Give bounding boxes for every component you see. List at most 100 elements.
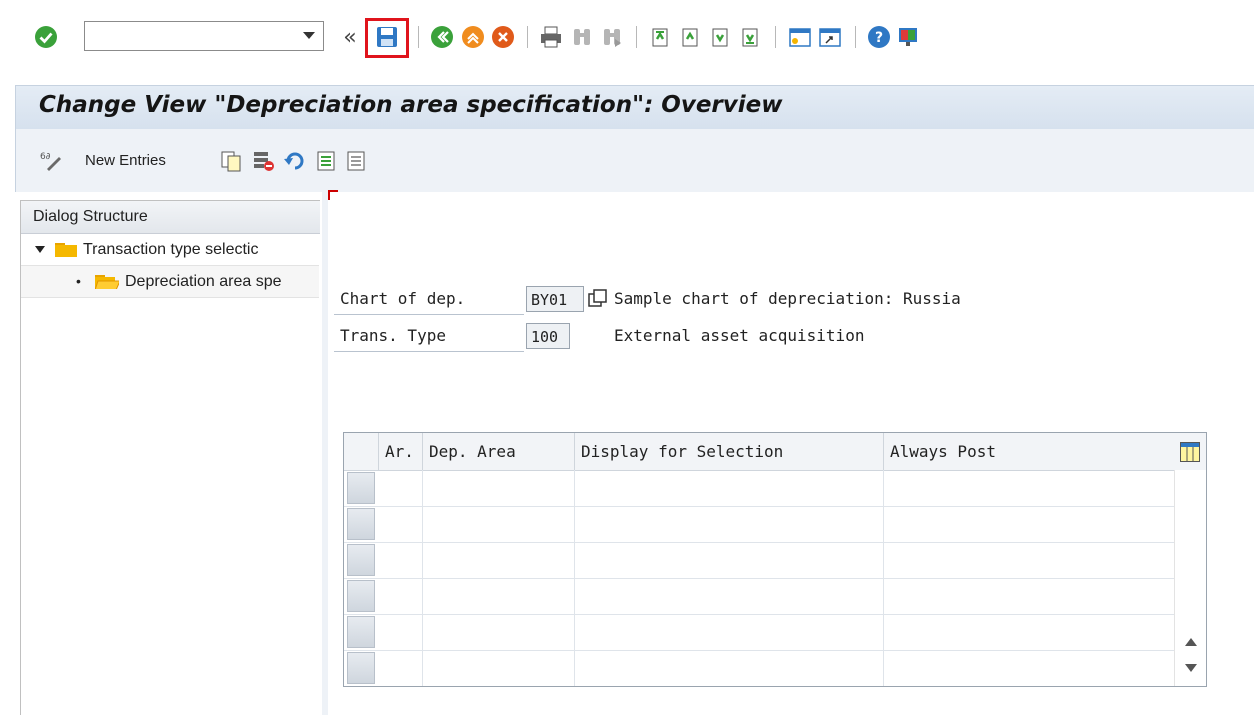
cell-dep-area[interactable] <box>423 614 575 650</box>
select-all-rows-cell[interactable] <box>344 433 379 470</box>
toolbar-separator <box>527 26 528 48</box>
chart-of-dep-field[interactable]: BY01 <box>526 286 584 312</box>
column-header-always-post[interactable]: Always Post <box>884 433 1174 470</box>
delete-icon[interactable] <box>251 149 275 173</box>
scroll-down-icon[interactable] <box>1185 664 1197 672</box>
cell-display-for-selection[interactable] <box>575 506 884 542</box>
row-selector[interactable] <box>347 472 375 504</box>
column-header-dep-area[interactable]: Dep. Area <box>423 433 575 470</box>
previous-page-icon[interactable] <box>677 24 703 50</box>
help-icon[interactable]: ? <box>866 24 892 50</box>
row-selector[interactable] <box>347 580 375 612</box>
cell-dep-area[interactable] <box>423 542 575 578</box>
shortcut-icon[interactable] <box>817 24 843 50</box>
customize-layout-icon[interactable] <box>895 24 921 50</box>
tree-bullet: • <box>76 273 81 289</box>
scroll-up-icon[interactable] <box>1185 638 1197 646</box>
label-underline <box>334 351 524 352</box>
new-entries-button[interactable]: New Entries <box>85 152 166 169</box>
toolbar-separator <box>855 26 856 48</box>
table-row[interactable] <box>344 506 1174 543</box>
cell-dep-area[interactable] <box>423 650 575 686</box>
tree-item-depreciation-area[interactable]: • Depreciation area spe <box>21 265 319 298</box>
collapse-toolbar-icon[interactable]: « <box>337 24 363 50</box>
table-row[interactable] <box>344 470 1174 507</box>
table-row[interactable] <box>344 542 1174 579</box>
cell-ar[interactable] <box>379 506 423 542</box>
row-selector[interactable] <box>347 508 375 540</box>
cell-ar[interactable] <box>379 470 423 506</box>
cell-ar[interactable] <box>379 650 423 686</box>
cell-display-for-selection[interactable] <box>575 542 884 578</box>
toolbar-separator <box>636 26 637 48</box>
cell-display-for-selection[interactable] <box>575 614 884 650</box>
cell-dep-area[interactable] <box>423 578 575 614</box>
system-toolbar: « ? <box>0 0 1254 70</box>
trans-type-description: External asset acquisition <box>614 326 865 345</box>
cell-display-for-selection[interactable] <box>575 470 884 506</box>
row-selector[interactable] <box>347 652 375 684</box>
chart-of-dep-description: Sample chart of depreciation: Russia <box>614 289 961 308</box>
table-row[interactable] <box>344 578 1174 615</box>
row-selector[interactable] <box>347 616 375 648</box>
next-page-icon[interactable] <box>707 24 733 50</box>
find-next-icon[interactable] <box>599 24 625 50</box>
chart-of-dep-label: Chart of dep. <box>340 289 466 308</box>
copy-as-icon[interactable] <box>219 149 243 173</box>
tree-item-label: Depreciation area spe <box>125 273 282 290</box>
cell-ar[interactable] <box>379 614 423 650</box>
last-page-icon[interactable] <box>737 24 763 50</box>
select-all-icon[interactable] <box>315 149 339 173</box>
cell-display-for-selection[interactable] <box>575 650 884 686</box>
tree-item-transaction-type[interactable]: Transaction type selectic <box>21 234 319 265</box>
depreciation-area-table: Ar. Dep. Area Display for Selection Alwa… <box>343 432 1207 687</box>
cell-ar[interactable] <box>379 542 423 578</box>
back-icon[interactable] <box>429 24 455 50</box>
svg-text:6∂: 6∂ <box>40 152 51 162</box>
print-icon[interactable] <box>538 24 564 50</box>
cancel-icon[interactable] <box>490 24 516 50</box>
enter-icon[interactable] <box>33 24 59 50</box>
title-bar: Change View "Depreciation area specifica… <box>15 85 1254 129</box>
application-toolbar: 6∂ New Entries <box>15 129 1254 192</box>
find-icon[interactable] <box>569 24 595 50</box>
row-selector[interactable] <box>347 544 375 576</box>
table-settings-icon[interactable] <box>1180 442 1200 462</box>
vertical-scrollbar[interactable] <box>1174 470 1206 686</box>
command-field[interactable] <box>84 21 324 51</box>
display-change-icon[interactable]: 6∂ <box>39 149 63 173</box>
trans-type-field[interactable]: 100 <box>526 323 570 349</box>
splitter-mark <box>328 190 338 200</box>
cell-ar[interactable] <box>379 578 423 614</box>
table-header: Ar. Dep. Area Display for Selection Alwa… <box>344 433 1206 471</box>
exit-icon[interactable] <box>460 24 486 50</box>
tree-item-label: Transaction type selectic <box>83 241 259 258</box>
column-header-ar[interactable]: Ar. <box>379 433 423 470</box>
page-title: Change View "Depreciation area specifica… <box>39 92 783 118</box>
toolbar-separator <box>418 26 419 48</box>
trans-type-label: Trans. Type <box>340 326 446 345</box>
label-underline <box>334 314 524 315</box>
column-header-display-for-selection[interactable]: Display for Selection <box>575 433 884 470</box>
dialog-structure-panel: Dialog Structure Transaction type select… <box>20 200 320 715</box>
panel-splitter[interactable] <box>322 186 328 715</box>
command-dropdown-icon[interactable] <box>303 32 315 39</box>
first-page-icon[interactable] <box>647 24 673 50</box>
table-row[interactable] <box>344 614 1174 651</box>
expand-icon[interactable] <box>35 246 45 253</box>
cell-dep-area[interactable] <box>423 506 575 542</box>
deselect-all-icon[interactable] <box>345 149 369 173</box>
open-folder-icon <box>95 275 119 289</box>
cell-dep-area[interactable] <box>423 470 575 506</box>
table-row[interactable] <box>344 650 1174 686</box>
svg-text:?: ? <box>875 30 883 46</box>
collapse-symbol: « <box>343 24 357 50</box>
dialog-structure-header: Dialog Structure <box>21 201 320 234</box>
folder-icon <box>55 243 77 257</box>
copy-icon[interactable] <box>587 288 609 310</box>
save-highlight-frame <box>365 18 409 58</box>
toolbar-separator <box>775 26 776 48</box>
cell-display-for-selection[interactable] <box>575 578 884 614</box>
undo-change-icon[interactable] <box>283 149 307 173</box>
create-session-icon[interactable] <box>787 24 813 50</box>
